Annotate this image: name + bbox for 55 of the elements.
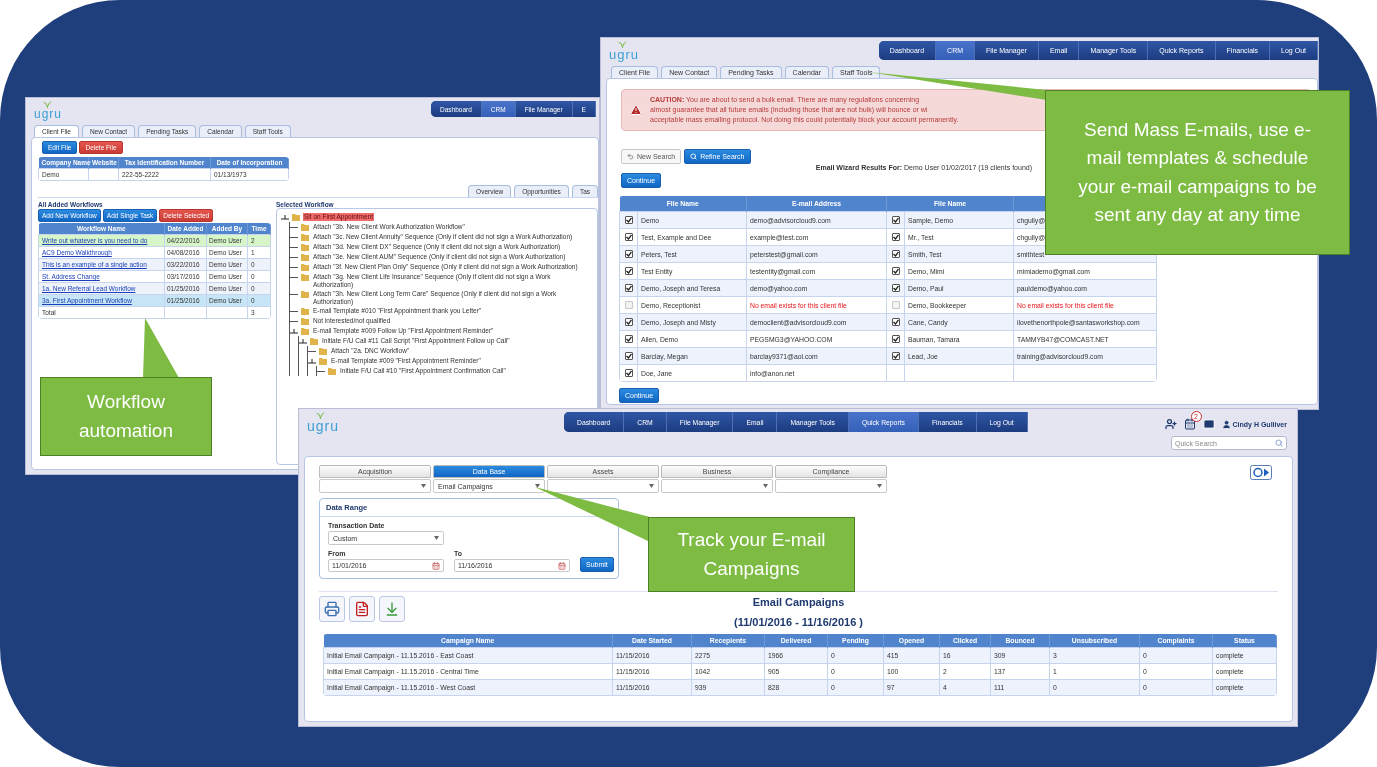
checkbox[interactable] [891,318,900,326]
leaf-icon [316,412,325,419]
checkbox[interactable] [891,352,900,360]
pdf-icon [354,601,370,617]
checkbox[interactable] [624,284,633,292]
checkbox[interactable] [891,216,900,224]
checkbox[interactable] [624,352,633,360]
checkbox[interactable] [891,250,900,258]
report-date-range: (11/01/2016 - 11/16/2016 ) [733,616,864,628]
callout: Send Mass E-mails, use e-mail templates & schedule your e-mail campaigns to be sent any day at any time [1045,90,1350,255]
mail-icon[interactable] [1202,418,1215,430]
expander-icon[interactable] [308,358,316,364]
checkbox[interactable] [891,284,900,292]
checkbox[interactable] [624,233,633,241]
calendar-icon[interactable] [432,561,440,570]
checkbox[interactable] [624,335,633,343]
search-icon [1275,439,1283,447]
logo-text: ugru [34,108,63,120]
checkbox[interactable] [891,233,900,241]
callout: Workflow automation [40,377,212,456]
expander-icon[interactable] [290,328,298,334]
checkbox[interactable] [891,267,900,275]
help-icon[interactable] [1250,465,1272,480]
checkbox[interactable] [624,250,633,258]
caret-icon [877,484,882,488]
pdf-button[interactable] [349,596,375,622]
callout-pointer [143,318,179,378]
checkbox[interactable] [624,318,633,326]
report-title: Email Campaigns [752,596,845,608]
undo-icon [627,153,634,160]
checkbox[interactable] [624,216,633,224]
checkbox[interactable] [624,369,633,377]
expander-icon[interactable] [299,338,307,344]
caret-icon [421,484,426,488]
download-icon [384,601,400,617]
warning-icon [630,104,642,116]
logo-text: ugru [307,419,340,433]
user-icon [1221,419,1231,429]
folder-icon [301,290,309,298]
checkbox[interactable] [891,335,900,343]
expander-icon[interactable] [281,214,289,220]
caret-icon [434,536,439,540]
callout: Track your E-mail Campaigns [648,517,855,592]
search-icon [690,153,698,160]
caret-icon [649,484,654,488]
checkbox[interactable] [624,267,633,275]
leaf-icon [618,41,627,48]
print-button[interactable] [319,596,345,622]
logo-text: ugru [609,48,640,61]
add-user-icon[interactable] [1164,418,1177,430]
printer-icon [324,601,340,617]
leaf-icon [43,101,52,108]
calendar-icon[interactable] [558,561,566,570]
caret-icon [763,484,768,488]
calendar-icon[interactable] [1183,418,1196,430]
